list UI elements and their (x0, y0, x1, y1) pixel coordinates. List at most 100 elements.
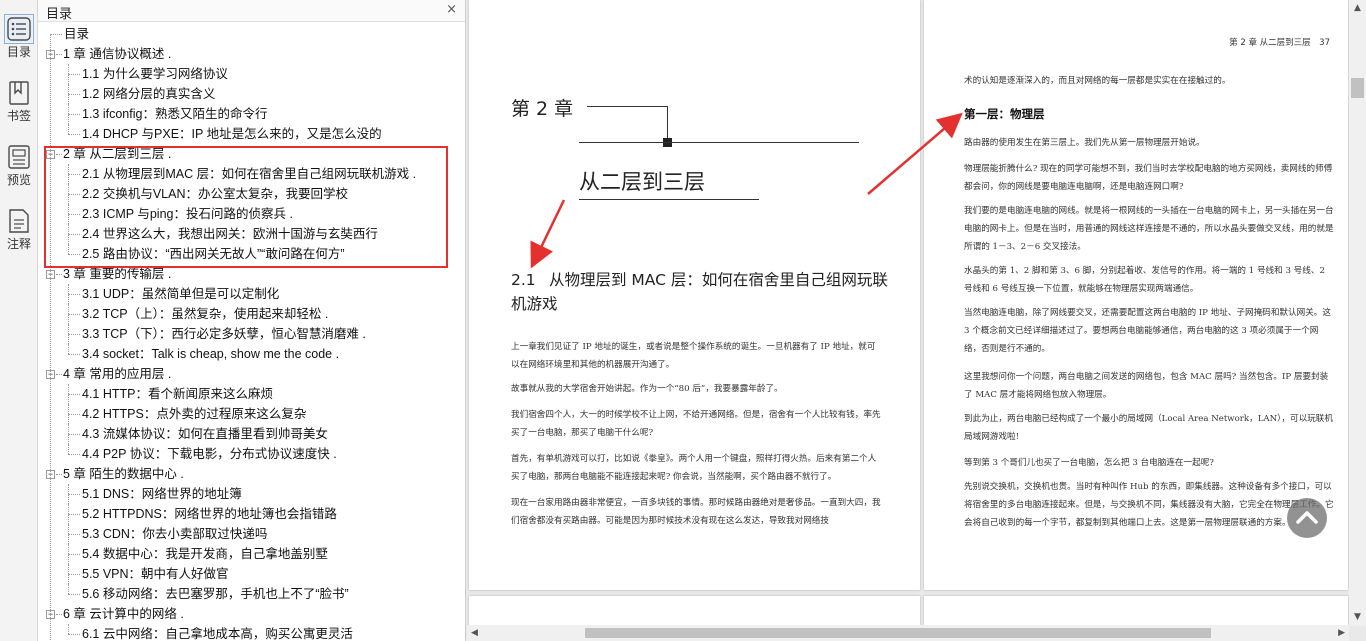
paragraph: 现在一台家用路由器非常便宜，一百多块钱的事情。那时候路由器绝对是奢侈品。一直到大… (511, 498, 881, 526)
toc-item-label: 4.4 P2P 协议：下载电影，分布式协议速度快 . (82, 447, 337, 461)
toc-item-label: 4 章 常用的应用层 . (63, 367, 172, 381)
paragraph: 上一章我们见证了 IP 地址的诞生，或者说是整个操作系统的诞生。一旦机器有了 I… (511, 342, 876, 370)
rail-annotation-button[interactable]: 注释 (0, 208, 38, 264)
toc-item-label: 4.3 流媒体协议：如何在直播里看到帅哥美女 (82, 427, 328, 441)
back-to-top-button[interactable] (1287, 498, 1327, 538)
running-head: 第 2 章 从二层到三层 37 (1229, 38, 1330, 48)
toc-item-label: 目录 (64, 27, 90, 41)
section-heading: 第一层：物理层 (964, 107, 1045, 121)
toc-item-label: 1 章 通信协议概述 . (63, 47, 172, 61)
toc-item-label: 6.1 云中网络：自己拿地成本高，购买公寓更灵活 (82, 627, 353, 641)
toc-section-item[interactable]: 6.1 云中网络：自己拿地成本高，购买公寓更灵活 (38, 624, 448, 641)
rail-annotation-label: 注释 (6, 237, 31, 251)
toc-item-label: 5.3 CDN：你去小卖部取过快递吗 (82, 527, 268, 541)
toc-section-item[interactable]: 3.4 socket：Talk is cheap, show me the co… (38, 344, 448, 364)
paragraph: 到此为止，两台电脑已经构成了一个最小的局域网（Local Area Networ… (964, 414, 1333, 442)
toc-item-label: 4.2 HTTPS：点外卖的过程原来这么复杂 (82, 407, 307, 421)
toc-item-label: 5.4 数据中心：我是开发商，自己拿地盖别墅 (82, 547, 328, 561)
toc-item-label: 5 章 陌生的数据中心 . (63, 467, 184, 481)
toc-section-item[interactable]: 5.4 数据中心：我是开发商，自己拿地盖别墅 (38, 544, 448, 564)
toc-item-label: 5.1 DNS：网络世界的地址簿 (82, 487, 242, 501)
toc-section-item[interactable]: 4.3 流媒体协议：如何在直播里看到帅哥美女 (38, 424, 448, 444)
toc-section-item[interactable]: 3.1 UDP：虽然简单但是可以定制化 (38, 284, 448, 304)
toc-section-item[interactable]: 5.2 HTTPDNS：网络世界的地址簿也会指错路 (38, 504, 448, 524)
viewer-vertical-scrollbar[interactable]: ▲ ▼ (1349, 0, 1366, 626)
toc-section-item[interactable]: 1.4 DHCP 与PXE：IP 地址是怎么来的，又是怎么没的 (38, 124, 448, 144)
toc-panel: 目录 × 目录 1 章 通信协议概述 . − 1.1 为什么要学习网络协议 1.2 网络… (38, 0, 504, 641)
toc-icon (4, 14, 34, 44)
page-left: 第 2 章 从二层到三层 2.1 从物理层到 MAC 层：如何在宿舍里自己组网玩联… (469, 0, 920, 590)
toc-item-label: 1.4 DHCP 与PXE：IP 地址是怎么来的，又是怎么没的 (82, 127, 382, 141)
scroll-right-icon[interactable]: ▶ (1338, 625, 1345, 641)
paragraph: 这里我想问你一个问题，两台电脑之间发送的网络包，包含 MAC 层吗? 当然包含。… (964, 372, 1329, 400)
reader-window: 目录 书签 预览 注释 目录 × 目录 1 章 通信协议概述 . − 1.1 为… (0, 0, 1366, 641)
rail-preview-button[interactable]: 预览 (0, 144, 38, 200)
paragraph: 故事就从我的大学宿舍开始讲起。作为一个“80 后”，我要暴露年龄了。 (511, 384, 783, 394)
toc-section-item[interactable]: 3.2 TCP（上）：虽然复杂，使用起来却轻松 . (38, 304, 448, 324)
paragraph: 术的认知是逐渐深入的，而且对网络的每一层都是实实在在接触过的。 (964, 76, 1231, 86)
paragraph: 我们宿舍四个人，大一的时候学校不让上网，不给开通网络。但是，宿舍有一个人比较有钱… (511, 410, 881, 438)
toc-chapter-item[interactable]: 4 章 常用的应用层 . − (38, 364, 448, 384)
page-right-next (924, 596, 1348, 626)
chevron-up-icon (1296, 511, 1318, 524)
chapter-title: 从二层到三层 (579, 170, 705, 194)
page-left-next (469, 596, 920, 626)
highlight-box (44, 146, 448, 268)
toc-section-item[interactable]: 1.3 ifconfig：熟悉又陌生的命令行 (38, 104, 448, 124)
toc-root-item[interactable]: 目录 (38, 24, 448, 44)
paragraph: 先别说交换机，交换机也贵。当时有种叫作 Hub 的东西，即集线器。这种设备有多个… (964, 482, 1334, 528)
toc-item-label: 6 章 云计算中的网络 . (63, 607, 184, 621)
section-title-text: 从物理层到 MAC 层：如何在宿舍里自己组网玩联机游戏 (511, 271, 888, 313)
toc-item-label: 5.2 HTTPDNS：网络世界的地址簿也会指错路 (82, 507, 337, 521)
toc-chapter-item[interactable]: 5 章 陌生的数据中心 . − (38, 464, 448, 484)
paragraph: 路由器的使用发生在第三层上。我们先从第一层物理层开始说。 (964, 138, 1205, 148)
toc-chapter-item[interactable]: 1 章 通信协议概述 . − (38, 44, 448, 64)
paragraph: 首先，有单机游戏可以打，比如说《拳皇》。两个人用一个键盘，照样打得火热。后来有第… (511, 454, 877, 482)
chapter-label: 第 2 章 (511, 98, 574, 120)
toc-section-item[interactable]: 1.1 为什么要学习网络协议 (38, 64, 448, 84)
toc-section-item[interactable]: 5.6 移动网络：去巴塞罗那，手机也上不了“脸书” (38, 584, 448, 604)
paragraph: 物理层能折腾什么? 现在的同学可能想不到，我们当时去学校配电脑的地方买网线，卖网… (964, 164, 1333, 192)
toc-header: 目录 × (38, 0, 465, 22)
annotation-icon (9, 209, 29, 233)
viewer-hscroll-thumb[interactable] (585, 628, 1211, 638)
side-rail: 目录 书签 预览 注释 (0, 0, 38, 641)
section-number: 2.1 (511, 271, 536, 289)
toc-item-label: 5.5 VPN：朝中有人好做官 (82, 567, 229, 581)
preview-icon (8, 145, 30, 169)
close-icon[interactable]: × (446, 2, 457, 17)
paragraph: 我们要的是电脑连电脑的网线。就是将一根网线的一头插在一台电脑的网卡上，另一头插在… (964, 206, 1334, 252)
rail-bookmark-button[interactable]: 书签 (0, 80, 38, 136)
document-viewer[interactable]: 第 2 章 从二层到三层 2.1 从物理层到 MAC 层：如何在宿舍里自己组网玩联… (467, 0, 1366, 641)
toc-item-label: 1.2 网络分层的真实含义 (82, 87, 216, 101)
rail-toc-button[interactable]: 目录 (0, 14, 38, 72)
toc-section-item[interactable]: 5.5 VPN：朝中有人好做官 (38, 564, 448, 584)
toc-item-label: 1.3 ifconfig：熟悉又陌生的命令行 (82, 107, 268, 121)
toc-item-label: 3.2 TCP（上）：虽然复杂，使用起来却轻松 . (82, 307, 329, 321)
toc-section-item[interactable]: 4.1 HTTP：看个新闻原来这么麻烦 (38, 384, 448, 404)
toc-item-label: 1.1 为什么要学习网络协议 (82, 67, 228, 81)
toc-section-item[interactable]: 5.1 DNS：网络世界的地址簿 (38, 484, 448, 504)
toc-item-label: 3.3 TCP（下）：西行必定多妖孽，恒心智慧消磨难 . (82, 327, 366, 341)
toc-section-item[interactable]: 3.3 TCP（下）：西行必定多妖孽，恒心智慧消磨难 . (38, 324, 448, 344)
paragraph: 等到第 3 个哥们儿也买了一台电脑，怎么把 3 台电脑连在一起呢? (964, 458, 1214, 468)
toc-item-label: 4.1 HTTP：看个新闻原来这么麻烦 (82, 387, 273, 401)
viewer-scroll-thumb[interactable] (1351, 78, 1364, 98)
rail-toc-label: 目录 (6, 45, 31, 59)
toc-section-item[interactable]: 4.2 HTTPS：点外卖的过程原来这么复杂 (38, 404, 448, 424)
paragraph: 水晶头的第 1、2 脚和第 3、6 脚，分别起着收、发信号的作用。将一端的 1 … (964, 266, 1325, 294)
section-title: 2.1 从物理层到 MAC 层：如何在宿舍里自己组网玩联机游戏 (511, 268, 891, 316)
rail-preview-label: 预览 (6, 173, 31, 187)
scroll-down-icon[interactable]: ▼ (1349, 609, 1366, 626)
toc-section-item[interactable]: 1.2 网络分层的真实含义 (38, 84, 448, 104)
scroll-left-icon[interactable]: ◀ (471, 625, 478, 641)
toc-section-item[interactable]: 5.3 CDN：你去小卖部取过快递吗 (38, 524, 448, 544)
viewer-horizontal-scrollbar[interactable]: ◀ ▶ (467, 625, 1349, 641)
toc-tree: 目录 1 章 通信协议概述 . − 1.1 为什么要学习网络协议 1.2 网络分层的真实… (38, 22, 448, 641)
toc-item-label: 3.4 socket：Talk is cheap, show me the co… (82, 347, 340, 361)
toc-item-label: 5.6 移动网络：去巴塞罗那，手机也上不了“脸书” (82, 587, 349, 601)
scroll-up-icon[interactable]: ▲ (1349, 0, 1366, 17)
toc-title: 目录 (46, 7, 73, 22)
toc-chapter-item[interactable]: 6 章 云计算中的网络 . − (38, 604, 448, 624)
toc-section-item[interactable]: 4.4 P2P 协议：下载电影，分布式协议速度快 . (38, 444, 448, 464)
